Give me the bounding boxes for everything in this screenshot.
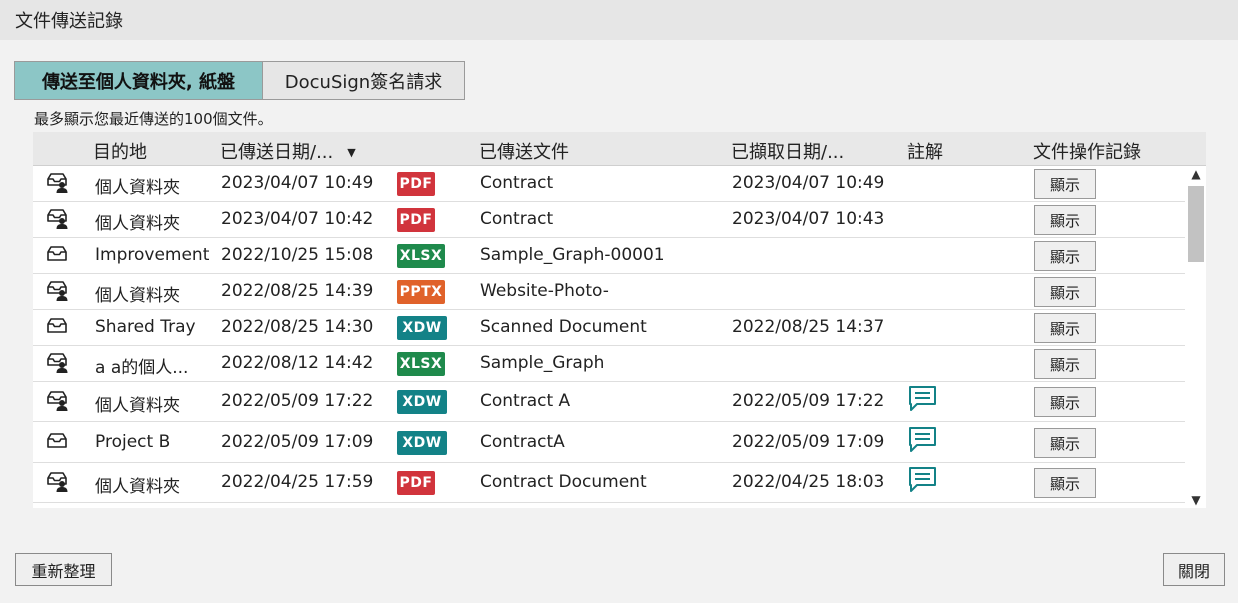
file-type-badge: XLSX [397,244,445,268]
tray-icon [45,430,69,452]
cell-retrieved-date: 2022/05/09 17:09 [732,432,885,452]
table-row[interactable]: 個人資料夾 2022/08/25 14:39 PPTX Website-Photo- 顯… [33,274,1185,310]
show-log-button[interactable]: 顯示 [1034,169,1096,199]
cell-destination: Shared Tray [95,317,196,337]
personal-folder-icon [45,171,69,193]
cell-sent-file: Website-Photo- [480,281,609,301]
file-type-badge: XDW [397,431,447,455]
comment-icon[interactable] [908,466,938,494]
cell-destination: 個人資料夾 [95,286,180,306]
cell-sent-date: 2022/05/09 17:09 [221,432,374,452]
scroll-down-icon[interactable]: ▼ [1187,492,1205,508]
file-type-badge: PDF [397,208,435,232]
table-row[interactable]: 個人資料夾 2023/04/07 10:49 PDF Contract 2023/04/… [33,166,1185,202]
cell-sent-file: Contract [480,173,554,193]
cell-retrieved-date: 2022/05/09 17:22 [732,391,885,411]
history-note: 最多顯示您最近傳送的100個文件。 [34,110,273,128]
header-sent-file[interactable]: 已傳送文件 [479,138,569,164]
header-retrieved-date[interactable]: 已擷取日期/... [731,138,844,164]
cell-sent-file: Sample_Graph-00001 [480,245,665,265]
cell-sent-date: 2022/05/09 17:22 [221,391,374,411]
cell-sent-date: 2022/04/25 17:59 [221,472,374,492]
cell-sent-file: Scanned Document [480,317,647,337]
cell-sent-file: Contract Document [480,472,647,492]
file-type-badge: XDW [397,390,447,414]
show-log-button[interactable]: 顯示 [1034,205,1096,235]
scroll-thumb[interactable] [1188,186,1204,262]
cell-destination: Project B [95,432,171,452]
table-row[interactable] [33,503,1185,508]
tab-docusign[interactable]: DocuSign簽名請求 [263,61,465,100]
show-log-button[interactable]: 顯示 [1034,241,1096,271]
file-type-badge: PPTX [397,280,445,304]
file-type-badge: PDF [397,172,435,196]
refresh-button[interactable]: 重新整理 [15,553,112,586]
sort-desc-icon: ▼ [347,146,356,159]
tab-bar: 傳送至個人資料夾, 紙盤 DocuSign簽名請求 [14,61,465,100]
file-type-badge: XLSX [397,352,445,376]
table-row[interactable]: Improvement 2022/10/25 15:08 XLSX Sample_Gr… [33,238,1185,274]
table-row[interactable]: 個人資料夾 2022/05/09 17:22 XDW Contract A 2022/0… [33,382,1185,422]
show-log-button[interactable]: 顯示 [1034,277,1096,307]
cell-sent-file: ContractA [480,432,565,452]
tray-icon [45,243,69,265]
table-row[interactable]: 個人資料夾 2023/04/07 10:42 PDF Contract 2023/04/… [33,202,1185,238]
scroll-up-icon[interactable]: ▲ [1187,166,1205,182]
header-sent-date[interactable]: 已傳送日期/... ▼ [220,138,356,164]
table-header: 目的地 已傳送日期/... ▼ 已傳送文件 已擷取日期/... 註解 文件操作記錄 [33,132,1206,166]
cell-sent-date: 2022/08/12 14:42 [221,353,374,373]
header-operation-log: 文件操作記錄 [1033,142,1141,163]
cell-destination: 個人資料夾 [95,396,180,416]
table-row[interactable]: Project B 2022/05/09 17:09 XDW ContractA 202… [33,422,1185,463]
show-log-button[interactable]: 顯示 [1034,428,1096,458]
cell-destination: Improvement [95,245,210,265]
table-body: 個人資料夾 2023/04/07 10:49 PDF Contract 2023/04/… [33,166,1185,508]
cell-sent-file: Contract A [480,391,571,411]
header-sent-date-label: 已傳送日期/... [220,142,334,163]
table-row[interactable]: Shared Tray 2022/08/25 14:30 XDW Scanned Do… [33,310,1185,346]
cell-sent-date: 2023/04/07 10:42 [221,209,374,229]
cell-retrieved-date: 2022/04/25 18:03 [732,472,885,492]
file-type-badge: XDW [397,316,447,340]
cell-destination: a a的個人... [95,358,189,378]
cell-sent-file: Sample_Graph [480,353,605,373]
show-log-button[interactable]: 顯示 [1034,387,1096,417]
table-scrollbar[interactable]: ▲ ▼ [1187,166,1205,508]
file-type-badge: PDF [397,471,435,495]
personal-folder-icon [45,207,69,229]
tab-personal-folder-tray[interactable]: 傳送至個人資料夾, 紙盤 [14,61,263,100]
table-row[interactable]: a a的個人... 2022/08/12 14:42 XLSX Sample_Grap… [33,346,1185,382]
cell-sent-date: 2022/08/25 14:30 [221,317,374,337]
show-log-button[interactable]: 顯示 [1034,468,1096,498]
show-log-button[interactable]: 顯示 [1034,313,1096,343]
comment-icon[interactable] [908,385,938,413]
personal-folder-icon [45,470,69,492]
cell-sent-file: Contract [480,209,554,229]
cell-retrieved-date: 2023/04/07 10:43 [732,209,885,229]
comment-icon[interactable] [908,426,938,454]
title-bar: 文件傳送記錄 [0,0,1238,40]
comment-icon[interactable] [908,507,938,508]
history-table: 目的地 已傳送日期/... ▼ 已傳送文件 已擷取日期/... 註解 文件操作記錄… [33,132,1206,508]
cell-retrieved-date: 2023/04/07 10:49 [732,173,885,193]
personal-folder-icon [45,279,69,301]
window-title: 文件傳送記錄 [15,11,123,32]
cell-destination: 個人資料夾 [95,178,180,198]
cell-retrieved-date: 2022/08/25 14:37 [732,317,885,337]
cell-destination: 個人資料夾 [95,214,180,234]
personal-folder-icon [45,389,69,411]
header-destination[interactable]: 目的地 [93,138,147,164]
tray-icon [45,315,69,337]
close-button[interactable]: 關閉 [1163,553,1225,586]
table-row[interactable]: 個人資料夾 2022/04/25 17:59 PDF Contract Documen… [33,463,1185,503]
cell-sent-date: 2023/04/07 10:49 [221,173,374,193]
show-log-button[interactable]: 顯示 [1034,349,1096,379]
personal-folder-icon [45,351,69,373]
cell-sent-date: 2022/10/25 15:08 [221,245,374,265]
cell-sent-date: 2022/08/25 14:39 [221,281,374,301]
cell-destination: 個人資料夾 [95,477,180,497]
header-comment[interactable]: 註解 [907,138,943,164]
